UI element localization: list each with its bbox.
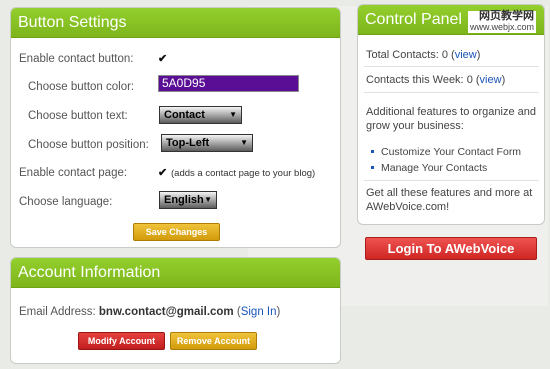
promo-text: Get all these features and more at AWebV… — [366, 187, 533, 213]
email-value: bnw.contact@gmail.com — [98, 306, 234, 318]
button-text-value: Contact — [164, 109, 205, 121]
features-text: Additional features to organize and grow… — [366, 106, 537, 132]
button-color-label: Choose button color: — [28, 81, 135, 93]
sign-in-close-paren: ) — [276, 306, 281, 318]
total-contacts-label: Total Contacts: — [366, 49, 439, 61]
divider — [364, 180, 539, 181]
language-label: Choose language: — [19, 196, 113, 208]
total-contacts-view-link[interactable]: view — [455, 49, 477, 61]
language-value: English — [164, 194, 204, 206]
watermark-main: 网页教学网 — [467, 11, 536, 22]
login-to-awebvoice-button[interactable]: Login To AWebVoice — [365, 237, 537, 260]
enable-contact-page-label: Enable contact page: — [19, 167, 128, 179]
contact-page-note: (adds a contact page to your blog) — [171, 168, 316, 179]
button-position-label: Choose button position: — [28, 139, 149, 151]
watermark-sub: www.webjx.com — [467, 22, 536, 33]
email-row: Email Address: bnw.contact@gmail.com (Si… — [19, 306, 280, 318]
control-panel: Control Panel 网页教学网 www.webjx.com Total … — [357, 4, 545, 225]
manage-contacts-link[interactable]: Manage Your Contacts — [381, 161, 487, 175]
button-settings-panel: Button Settings Enable contact button: ✔… — [10, 7, 341, 248]
chevron-down-icon: ▼ — [240, 138, 248, 147]
button-text-label: Choose button text: — [28, 110, 128, 122]
button-settings-title: Button Settings — [11, 8, 340, 38]
button-position-value: Top-Left — [166, 137, 210, 149]
button-position-select[interactable]: Top-Left ▼ — [161, 134, 253, 152]
site-watermark: 网页教学网 www.webjx.com — [467, 11, 536, 33]
account-information-title: Account Information — [11, 258, 340, 288]
enable-contact-page-checkbox[interactable]: ✔ — [158, 166, 167, 179]
total-contacts-row: Total Contacts: 0 (view) — [366, 49, 481, 61]
customize-contact-form-link[interactable]: Customize Your Contact Form — [381, 145, 521, 159]
week-contacts-label: Contacts this Week: — [366, 74, 464, 86]
language-select[interactable]: English ▼ — [159, 191, 217, 209]
chevron-down-icon: ▼ — [229, 110, 237, 119]
sign-in-link[interactable]: Sign In — [241, 306, 277, 318]
week-contacts-value: 0 — [466, 74, 473, 86]
divider — [364, 66, 539, 67]
chevron-down-icon: ▼ — [204, 195, 212, 204]
total-contacts-value: 0 — [441, 49, 448, 61]
button-text-select[interactable]: Contact ▼ — [159, 106, 242, 124]
save-changes-button[interactable]: Save Changes — [133, 223, 220, 241]
enable-contact-button-checkbox[interactable]: ✔ — [158, 52, 167, 65]
email-label: Email Address: — [19, 306, 96, 318]
week-contacts-view-link[interactable]: view — [480, 74, 502, 86]
account-information-panel: Account Information Email Address: bnw.c… — [10, 257, 341, 364]
divider — [364, 92, 539, 93]
remove-account-button[interactable]: Remove Account — [170, 332, 257, 350]
modify-account-button[interactable]: Modify Account — [78, 332, 165, 350]
button-color-input[interactable]: 5A0D95 — [158, 75, 299, 92]
bullet-icon — [371, 166, 374, 169]
bullet-icon — [371, 150, 374, 153]
week-contacts-row: Contacts this Week: 0 (view) — [366, 74, 506, 86]
enable-contact-button-label: Enable contact button: — [19, 53, 134, 65]
